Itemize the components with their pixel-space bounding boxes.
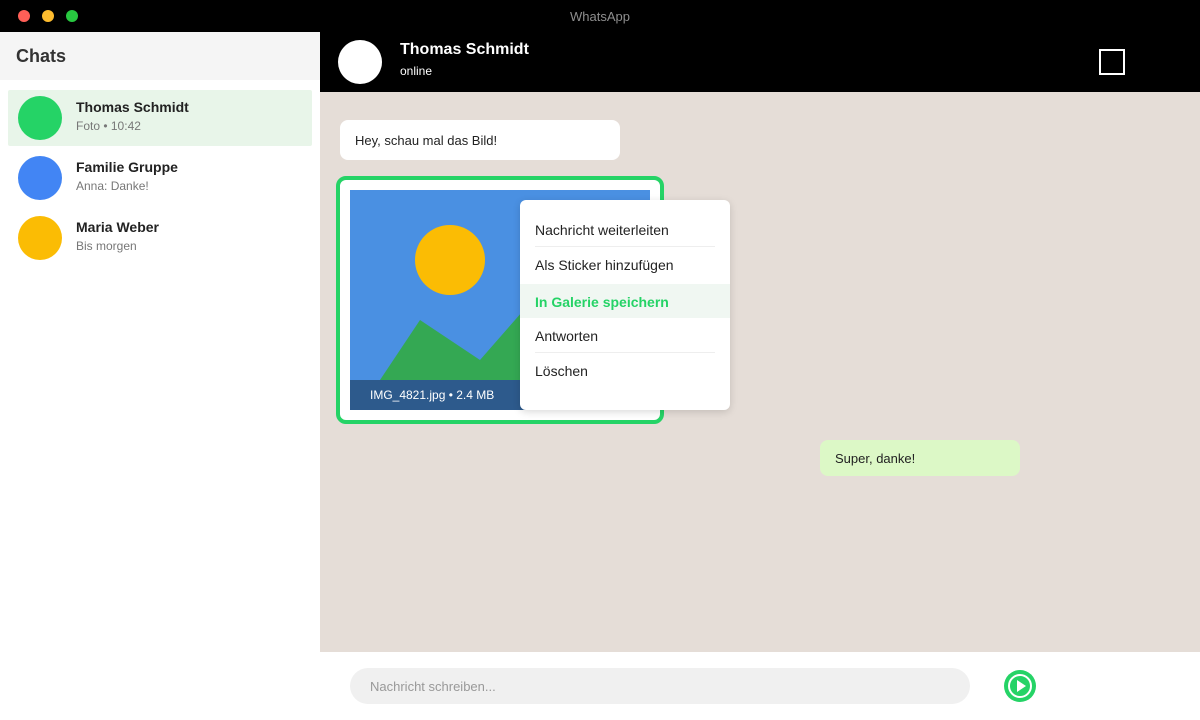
chat-item-preview: Anna: Danke! bbox=[76, 179, 149, 193]
message-input[interactable] bbox=[350, 668, 970, 704]
chat-item-name: Familie Gruppe bbox=[76, 159, 178, 175]
contact-name[interactable]: Thomas Schmidt bbox=[400, 41, 529, 59]
sidebar-header: Chats bbox=[0, 32, 320, 80]
avatar bbox=[18, 96, 62, 140]
menu-item-save-to-gallery[interactable]: In Galerie speichern bbox=[520, 284, 730, 318]
menu-item-forward[interactable]: Nachricht weiterleiten bbox=[520, 212, 730, 247]
chat-item-preview: Bis morgen bbox=[76, 239, 137, 253]
chat-item-name: Thomas Schmidt bbox=[76, 99, 189, 115]
square-icon[interactable] bbox=[1099, 49, 1125, 75]
menu-item-delete[interactable]: Löschen bbox=[520, 353, 730, 388]
chat-item-familie-gruppe[interactable]: Familie Gruppe Anna: Danke! bbox=[8, 150, 312, 206]
chat-header: Thomas Schmidt online bbox=[320, 32, 1200, 92]
chat-item-maria-weber[interactable]: Maria Weber Bis morgen bbox=[8, 210, 312, 266]
sidebar-title: Chats bbox=[16, 46, 67, 66]
menu-item-label: Nachricht weiterleiten bbox=[535, 222, 669, 238]
contact-status: online bbox=[400, 64, 433, 78]
avatar bbox=[18, 216, 62, 260]
menu-item-label: Als Sticker hinzufügen bbox=[535, 257, 674, 273]
chat-list: Thomas Schmidt Foto • 10:42 Familie Grup… bbox=[0, 80, 320, 280]
send-button[interactable] bbox=[1004, 670, 1036, 702]
incoming-message[interactable]: Hey, schau mal das Bild! bbox=[340, 120, 620, 160]
menu-item-label: In Galerie speichern bbox=[535, 294, 669, 310]
chat-item-thomas-schmidt[interactable]: Thomas Schmidt Foto • 10:42 bbox=[8, 90, 312, 146]
outgoing-message[interactable]: Super, danke! bbox=[820, 440, 1020, 476]
chat-item-preview: Foto • 10:42 bbox=[76, 119, 141, 133]
menu-item-label: Antworten bbox=[535, 328, 599, 344]
composer-bar bbox=[320, 652, 1200, 720]
window-titlebar: WhatsApp bbox=[0, 0, 1200, 32]
play-arrow-icon bbox=[1008, 674, 1032, 698]
avatar bbox=[18, 156, 62, 200]
menu-item-add-sticker[interactable]: Als Sticker hinzufügen bbox=[520, 247, 730, 282]
contact-avatar[interactable] bbox=[338, 40, 382, 84]
chat-item-name: Maria Weber bbox=[76, 219, 159, 235]
chat-sidebar: Chats Thomas Schmidt Foto • 10:42 Famili… bbox=[0, 32, 320, 720]
context-menu: Nachricht weiterleiten Als Sticker hinzu… bbox=[520, 200, 730, 410]
menu-item-label: Löschen bbox=[535, 363, 588, 379]
window-title: WhatsApp bbox=[570, 9, 630, 24]
message-area: Hey, schau mal das Bild! IMG_4821.jpg • … bbox=[320, 92, 1200, 652]
menu-item-reply[interactable]: Antworten bbox=[520, 318, 730, 353]
